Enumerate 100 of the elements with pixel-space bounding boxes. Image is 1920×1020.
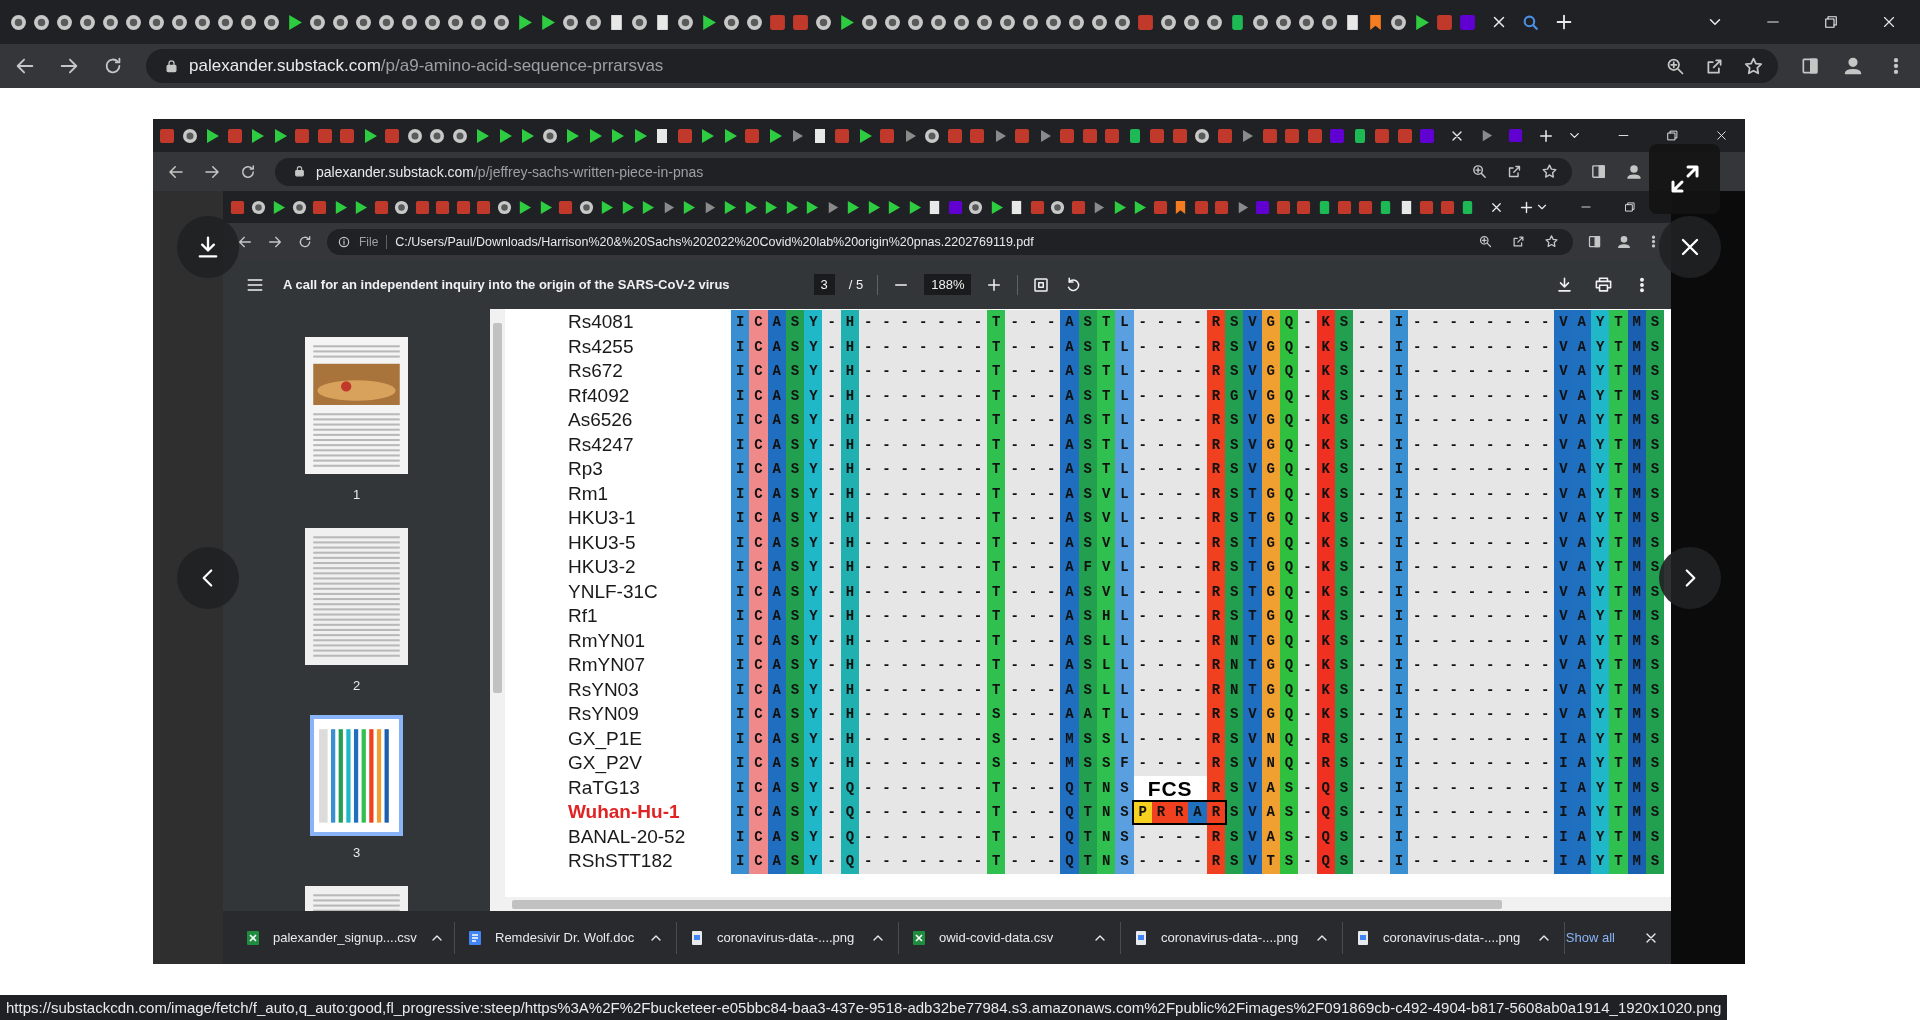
square-icon[interactable]: [1296, 199, 1311, 215]
square-icon[interactable]: [226, 127, 243, 144]
star-icon[interactable]: [1743, 55, 1764, 77]
play-icon[interactable]: [845, 199, 860, 215]
play-icon[interactable]: [517, 199, 532, 215]
square-icon[interactable]: [1306, 127, 1323, 144]
circle-icon[interactable]: [1321, 13, 1338, 31]
play-icon[interactable]: [286, 13, 303, 31]
play-icon[interactable]: [271, 199, 286, 215]
square-icon[interactable]: [1337, 199, 1352, 215]
circle-icon[interactable]: [631, 13, 648, 31]
play-icon[interactable]: [699, 127, 715, 144]
star-icon[interactable]: [1541, 163, 1558, 180]
play-icon[interactable]: [519, 127, 535, 144]
play-icon[interactable]: [804, 199, 819, 215]
document-icon[interactable]: [927, 199, 942, 215]
square-icon[interactable]: [1014, 127, 1030, 144]
circle-icon[interactable]: [907, 13, 924, 31]
play-icon[interactable]: [539, 13, 556, 31]
play-icon[interactable]: [1413, 13, 1430, 31]
circle-icon[interactable]: [291, 199, 307, 215]
play-icon[interactable]: [700, 13, 717, 31]
square-icon[interactable]: [373, 199, 389, 215]
circle-icon[interactable]: [1160, 13, 1177, 31]
star-icon[interactable]: [1544, 234, 1559, 249]
square-icon[interactable]: [339, 127, 355, 144]
page-field[interactable]: 3: [813, 274, 835, 295]
profile-icon[interactable]: [1842, 55, 1864, 77]
circle-icon[interactable]: [56, 13, 73, 31]
circle-icon[interactable]: [1275, 13, 1292, 31]
square-icon[interactable]: [1171, 127, 1188, 144]
square-icon[interactable]: [558, 199, 573, 215]
play-icon[interactable]: [249, 127, 265, 144]
document-icon[interactable]: [608, 13, 625, 31]
document-icon[interactable]: [1009, 199, 1024, 215]
circle-icon[interactable]: [194, 13, 211, 31]
circle-icon[interactable]: [1206, 13, 1223, 31]
play-icon[interactable]: [564, 127, 580, 144]
circle-icon[interactable]: [1183, 13, 1200, 31]
restore-icon[interactable]: [1623, 200, 1637, 214]
circle-icon[interactable]: [541, 127, 558, 144]
circle-icon[interactable]: [309, 13, 326, 31]
square-icon[interactable]: [1137, 13, 1154, 31]
profile-icon[interactable]: [1616, 233, 1632, 250]
circle-icon[interactable]: [723, 13, 740, 31]
square-icon[interactable]: [316, 127, 333, 144]
circle-icon[interactable]: [1091, 13, 1108, 31]
square-icon[interactable]: [676, 127, 693, 144]
circle-icon[interactable]: [217, 13, 234, 31]
circle-icon[interactable]: [884, 13, 901, 31]
circle-icon[interactable]: [953, 13, 970, 31]
circle-icon[interactable]: [451, 127, 468, 144]
square-icon[interactable]: [834, 127, 850, 144]
play-icon[interactable]: [609, 127, 625, 144]
zoom-field[interactable]: 188%: [924, 274, 972, 295]
square-icon[interactable]: [414, 199, 430, 215]
circle-icon[interactable]: [1050, 199, 1065, 215]
circle-icon[interactable]: [924, 127, 940, 144]
zoom-icon[interactable]: [1471, 163, 1488, 180]
square-icon[interactable]: [1275, 199, 1291, 215]
reload-icon[interactable]: [239, 162, 257, 181]
circle-icon[interactable]: [968, 199, 983, 215]
circle-icon[interactable]: [746, 13, 763, 31]
circle-icon[interactable]: [79, 13, 96, 31]
play-icon[interactable]: [722, 199, 737, 215]
circle-icon[interactable]: [1252, 13, 1269, 31]
square-icon[interactable]: [1396, 127, 1413, 144]
square-icon[interactable]: [1216, 127, 1233, 144]
circle-icon[interactable]: [447, 13, 464, 31]
circle-icon[interactable]: [861, 13, 878, 31]
show-all-link[interactable]: Show all: [1565, 930, 1615, 945]
zoom-icon[interactable]: [1478, 234, 1493, 249]
download-item[interactable]: coronavirus-data-....png: [1121, 921, 1343, 954]
square-icon[interactable]: [1419, 199, 1434, 215]
square-icon[interactable]: [294, 127, 310, 144]
circle-icon[interactable]: [171, 13, 188, 31]
circle-icon[interactable]: [240, 13, 257, 31]
address-bar[interactable]: palexander.substack.com/p/jeffrey-sachs-written-piece-in-pnas: [275, 157, 1572, 186]
square-icon[interactable]: [1261, 127, 1278, 144]
square-icon[interactable]: [792, 13, 809, 31]
circle-icon[interactable]: [815, 13, 832, 31]
square-icon[interactable]: [1029, 199, 1045, 215]
circle-icon[interactable]: [401, 13, 418, 31]
circle-icon[interactable]: [930, 13, 947, 31]
circle-icon[interactable]: [406, 127, 423, 144]
circle-icon[interactable]: [378, 13, 395, 31]
download-item[interactable]: coronavirus-data-....png: [1343, 921, 1565, 954]
square-icon[interactable]: [1059, 127, 1075, 144]
square-icon[interactable]: [969, 127, 985, 144]
square-icon[interactable]: [1104, 127, 1120, 144]
circle-icon[interactable]: [999, 13, 1016, 31]
restore-icon[interactable]: [1822, 13, 1840, 31]
circle-icon[interactable]: [578, 199, 594, 215]
square-icon[interactable]: [879, 127, 895, 144]
square-icon[interactable]: [1460, 199, 1475, 215]
circle-icon[interactable]: [1194, 127, 1210, 144]
circle-icon[interactable]: [470, 13, 487, 31]
circle-icon[interactable]: [355, 13, 372, 31]
circle-icon[interactable]: [181, 127, 198, 144]
square-icon[interactable]: [1214, 199, 1229, 215]
